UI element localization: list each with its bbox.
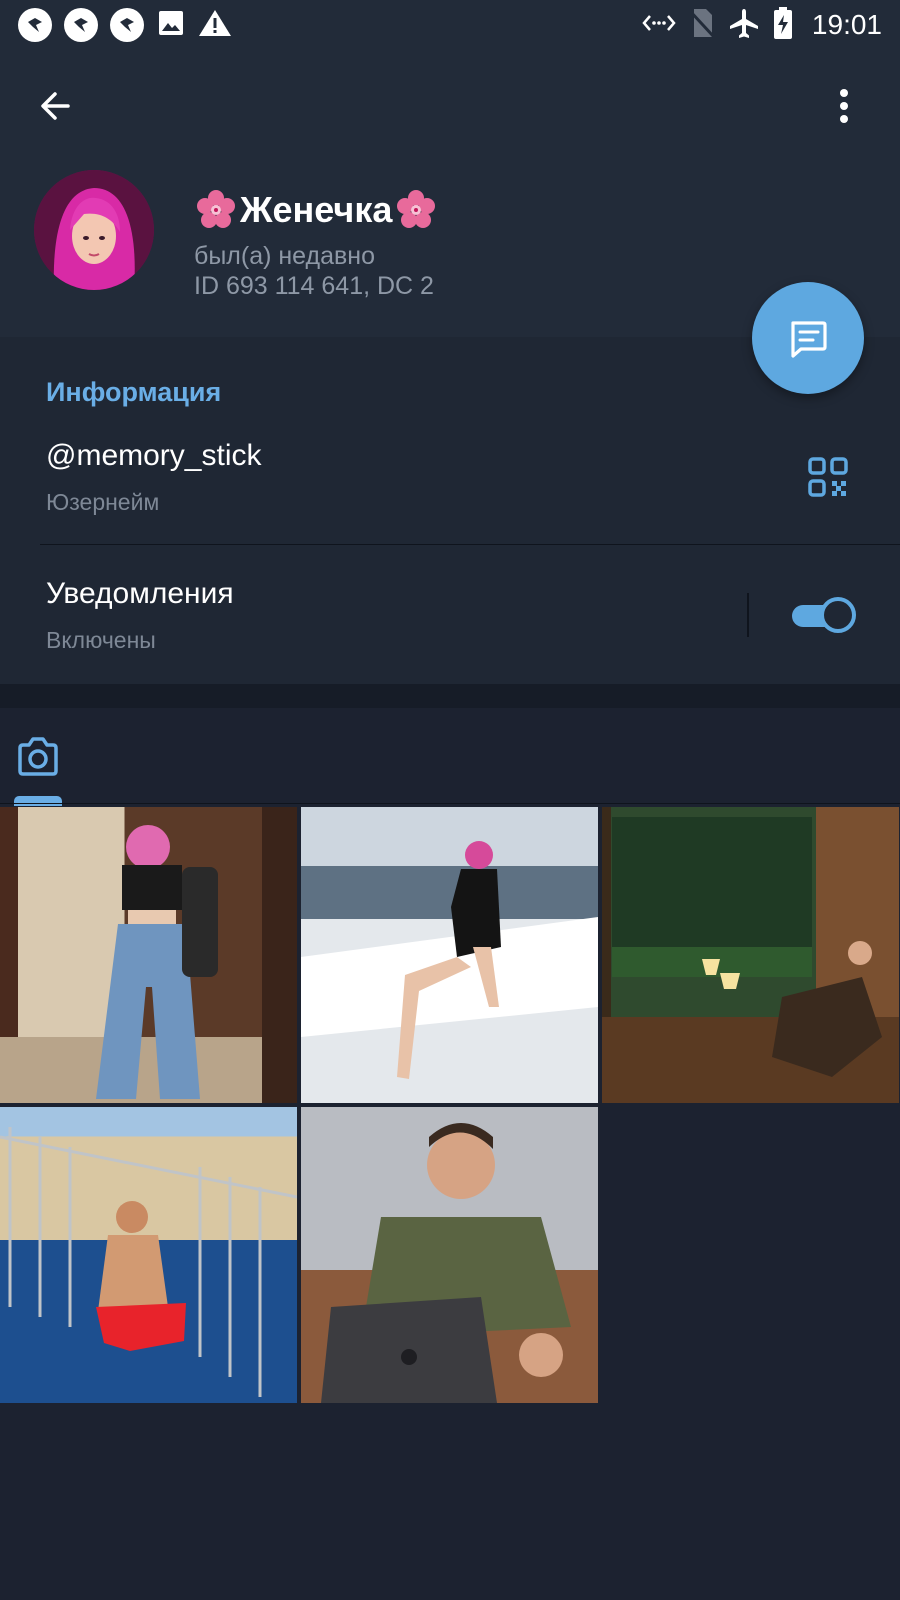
notifications-label[interactable]: Уведомления [46,577,234,611]
photo-2-image [301,841,598,1103]
airplane-mode-icon [728,7,760,44]
tab-photos[interactable] [14,734,62,782]
profile-name: Женечка [240,189,393,230]
back-button[interactable] [30,80,82,132]
qr-code-button[interactable] [806,455,850,499]
app-notification-icon [64,8,98,42]
info-divider [40,544,900,545]
photo-2[interactable] [301,807,598,1103]
status-bar-left [18,8,232,43]
warning-icon [198,8,232,43]
photo-4-image [0,1127,297,1397]
photo-1[interactable] [0,807,297,1103]
qr-code-icon [808,457,848,497]
app-notification-icon [18,8,52,42]
battery-charging-icon [772,6,794,45]
notifications-toggle[interactable] [790,595,858,635]
status-bar: 19:01 [0,0,900,50]
avatar-image [34,170,154,290]
message-icon [791,321,827,358]
status-time: 19:01 [811,9,882,40]
username-caption: Юзернейм [46,489,160,515]
more-vertical-icon [840,89,848,123]
camera-icon [18,737,58,776]
arrow-left-icon [41,92,70,120]
send-message-button[interactable] [752,282,864,394]
section-gap [0,684,900,708]
tab-divider [0,803,900,804]
toggle-knob [820,597,856,633]
profile-header: Женечка был(а) недавно ID 693 114 641, D… [0,50,900,337]
app-notification-icon [110,8,144,42]
photo-5-image [321,1123,571,1403]
photo-1-image [0,807,297,1103]
cherry-blossom-left-icon [197,190,235,228]
tab-indicator [14,796,62,806]
notifications-caption: Включены [46,627,156,653]
more-options-button[interactable] [818,80,870,132]
media-section [0,708,900,1600]
data-transfer-icon [642,11,676,40]
info-section-title: Информация [46,377,222,407]
cherry-blossom-right-icon [397,190,436,228]
photo-5[interactable] [301,1107,598,1403]
photo-3[interactable] [602,807,899,1103]
photo-4[interactable] [0,1107,297,1403]
photo-3-image [602,817,899,1103]
image-icon [156,8,186,43]
notifications-vertical-divider [747,593,749,637]
info-section: Информация @memory_stick Юзернейм Уведом… [0,337,900,684]
last-seen-status: был(а) недавно [194,242,376,270]
user-id: ID 693 114 641, DC 2 [194,272,434,300]
username-value[interactable]: @memory_stick [46,439,261,473]
avatar[interactable] [34,170,154,290]
profile-name-row: Женечка [194,188,438,232]
status-bar-right: 19:01 [642,6,882,45]
no-sim-icon [688,7,716,44]
